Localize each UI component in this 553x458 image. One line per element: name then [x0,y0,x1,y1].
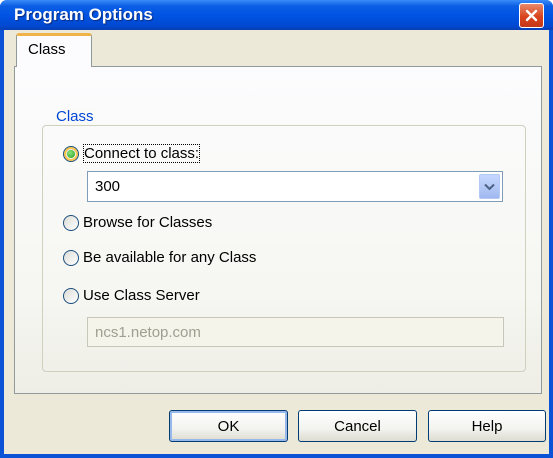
group-label: Class [53,108,97,125]
class-server-input[interactable] [88,318,503,346]
window-title: Program Options [14,5,153,24]
cancel-button[interactable]: Cancel [298,410,417,442]
radio-selected-dot [67,150,75,158]
ok-button[interactable]: OK [169,410,288,442]
radio-browse-for-classes-label[interactable]: Browse for Classes [83,214,212,231]
tab-class[interactable]: Class [16,33,92,67]
radio-browse-for-classes[interactable] [63,215,79,231]
close-icon [525,9,538,22]
combobox-dropdown-button[interactable] [479,174,500,199]
class-server-field[interactable] [87,317,504,347]
radio-available-any-class[interactable] [63,250,79,266]
radio-connect-to-class-label[interactable]: Connect to class: [82,144,201,163]
radio-available-any-class-label[interactable]: Be available for any Class [83,249,256,266]
chevron-down-icon [484,183,495,190]
radio-connect-to-class[interactable] [63,146,79,162]
help-button[interactable]: Help [428,410,546,442]
radio-use-class-server-label[interactable]: Use Class Server [83,287,200,304]
radio-use-class-server[interactable] [63,288,79,304]
tab-class-label: Class [28,41,66,58]
title-bar[interactable]: Program Options [0,0,553,30]
class-combobox-value: 300 [95,178,121,195]
class-combobox[interactable]: 300 [87,171,503,202]
close-button[interactable] [519,3,544,28]
